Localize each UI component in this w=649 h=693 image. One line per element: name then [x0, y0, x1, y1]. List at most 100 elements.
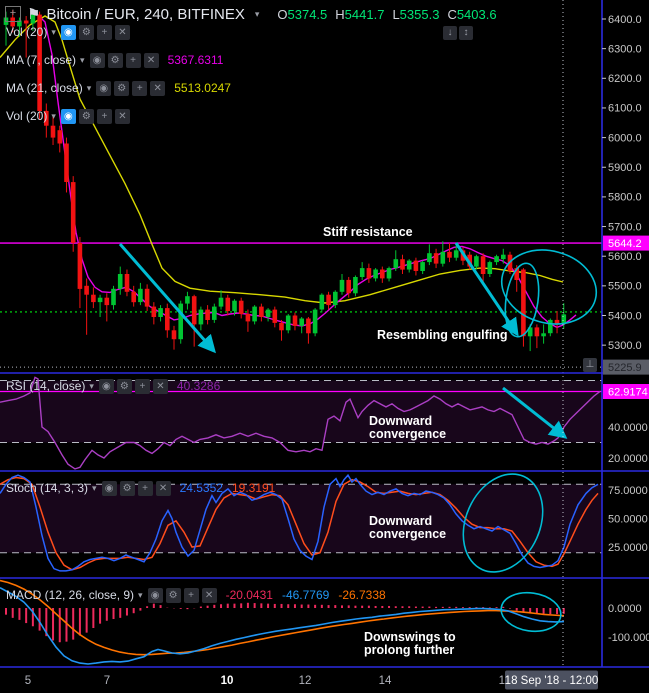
settings-icon[interactable]: ⚙ [165, 587, 181, 603]
candle-up [359, 268, 365, 277]
price-axis-label[interactable]: 6000.0 [608, 132, 642, 144]
pane-anchor-icon: ⊥ [585, 359, 595, 370]
visibility-icon[interactable]: ◉ [96, 80, 112, 96]
candle-up [299, 318, 304, 326]
settings-icon[interactable]: ⚙ [78, 108, 94, 124]
price-axis-label[interactable]: 5400.0 [608, 310, 642, 322]
visibility-icon[interactable]: ◉ [101, 480, 117, 496]
close-icon[interactable]: ✕ [152, 378, 168, 394]
time-axis-label[interactable]: 12 [299, 675, 312, 687]
visibility-icon[interactable]: ◉ [98, 378, 114, 394]
indicator-legend-stoch: Stoch (14, 3, 3) ▾ ◉ ⚙ + ✕ 24.5352 19.31… [6, 480, 275, 496]
candle-up [158, 308, 163, 317]
add-icon[interactable]: + [125, 52, 141, 68]
arrows-updown-icon: ↕ [463, 27, 469, 38]
candle-up [353, 277, 358, 294]
visibility-icon[interactable]: ◉ [60, 108, 76, 124]
high-value: 5441.7 [344, 6, 385, 22]
caret-down-icon[interactable]: ▾ [255, 9, 260, 20]
time-axis-label[interactable]: 7 [104, 675, 110, 687]
stoch-axis-label[interactable]: 25.0000 [608, 542, 648, 554]
candle-up [252, 306, 257, 322]
stoch-axis-label[interactable]: 50.0000 [608, 513, 648, 525]
candle-down [366, 268, 372, 279]
caret-down-icon[interactable]: ▾ [89, 381, 94, 392]
settings-icon[interactable]: ⚙ [114, 80, 130, 96]
candle-up [212, 306, 217, 320]
add-icon[interactable]: + [183, 587, 199, 603]
candle-up [501, 254, 506, 260]
indicator-title[interactable]: MA (7, close) [6, 53, 76, 67]
candle-up [178, 303, 183, 340]
price-axis-label[interactable]: 5500.0 [608, 281, 642, 293]
caret-down-icon[interactable]: ▾ [80, 55, 85, 66]
settings-icon[interactable]: ⚙ [107, 52, 123, 68]
price-axis-label[interactable]: 6100.0 [608, 103, 642, 115]
candle-up [218, 297, 224, 307]
scale-expand-button[interactable]: ↕ [459, 26, 473, 40]
pane-anchor-button[interactable]: ⊥ [583, 358, 597, 372]
chart-annotation: Downward [369, 514, 432, 528]
settings-icon[interactable]: ⚙ [119, 480, 135, 496]
caret-down-icon[interactable]: ▾ [87, 83, 92, 94]
price-axis-label[interactable]: 6300.0 [608, 43, 642, 55]
price-axis-label[interactable]: 5700.0 [608, 221, 642, 233]
close-icon[interactable]: ✕ [143, 52, 159, 68]
visibility-icon[interactable]: ◉ [60, 24, 76, 40]
price-axis-label[interactable]: 5800.0 [608, 192, 642, 204]
close-icon[interactable]: ✕ [155, 480, 171, 496]
rsi-axis-label[interactable]: 20.0000 [608, 453, 648, 465]
flag-icon[interactable]: ⚑ [27, 5, 40, 23]
candle-down [346, 279, 351, 294]
indicator-title[interactable]: MACD (12, 26, close, 9) [6, 588, 134, 602]
stoch-k-value: 24.5352 [179, 481, 223, 495]
symbol-title[interactable]: Bitcoin / EUR, 240, BITFINEX [46, 6, 244, 23]
caret-down-icon[interactable]: ▾ [51, 27, 56, 38]
settings-icon[interactable]: ⚙ [78, 24, 94, 40]
caret-down-icon[interactable]: ▾ [92, 483, 97, 494]
close-icon[interactable]: ✕ [150, 80, 166, 96]
indicator-legend-vol-2: Vol (20) ▾ ◉ ⚙ + ✕ [6, 108, 130, 124]
indicator-title[interactable]: Vol (20) [6, 25, 47, 39]
candle-up [97, 297, 103, 303]
add-icon[interactable]: + [96, 24, 112, 40]
rsi-axis-label[interactable]: 40.0000 [608, 422, 648, 434]
indicator-title[interactable]: RSI (14, close) [6, 379, 85, 393]
indicator-title[interactable]: Stoch (14, 3, 3) [6, 481, 88, 495]
time-axis-label[interactable]: 10 [221, 675, 234, 687]
grid-icon[interactable]: + [5, 6, 21, 22]
add-icon[interactable]: + [132, 80, 148, 96]
scroll-down-button[interactable]: ↓ [443, 26, 457, 40]
close-icon[interactable]: ✕ [201, 587, 217, 603]
price-axis-label[interactable]: 5900.0 [608, 162, 642, 174]
caret-down-icon[interactable]: ▾ [51, 111, 56, 122]
stoch-axis-label[interactable]: 75.0000 [608, 485, 648, 497]
indicator-title[interactable]: MA (21, close) [6, 81, 83, 95]
close-icon[interactable]: ✕ [114, 24, 130, 40]
chart-annotation: Stiff resistance [323, 225, 413, 239]
settings-icon[interactable]: ⚙ [116, 378, 132, 394]
price-axis-label[interactable]: 6200.0 [608, 73, 642, 85]
add-icon[interactable]: + [137, 480, 153, 496]
candle-down [521, 269, 526, 337]
visibility-icon[interactable]: ◉ [147, 587, 163, 603]
price-axis-label[interactable]: 5300.0 [608, 340, 642, 352]
price-axis-label[interactable]: 6400.0 [608, 14, 642, 26]
macd-hist-value: -20.0431 [225, 588, 273, 602]
close-icon[interactable]: ✕ [114, 108, 130, 124]
indicator-title[interactable]: Vol (20) [6, 109, 47, 123]
macd-axis-label[interactable]: -100.000 [608, 632, 649, 644]
add-icon[interactable]: + [134, 378, 150, 394]
caret-down-icon[interactable]: ▾ [138, 590, 143, 601]
candle-down [205, 309, 210, 320]
candle-up [285, 315, 291, 331]
candle-down [84, 285, 89, 295]
macd-axis-label[interactable]: 0.0000 [608, 603, 642, 615]
stoch-d-value: 19.3191 [231, 481, 276, 495]
visibility-icon[interactable]: ◉ [89, 52, 105, 68]
time-axis-label[interactable]: 5 [25, 675, 31, 687]
add-icon[interactable]: + [96, 108, 112, 124]
chart-annotation: Resembling engulfing [377, 328, 508, 342]
price-axis-label[interactable]: 5600.0 [608, 251, 642, 263]
time-axis-label[interactable]: 14 [379, 675, 392, 687]
